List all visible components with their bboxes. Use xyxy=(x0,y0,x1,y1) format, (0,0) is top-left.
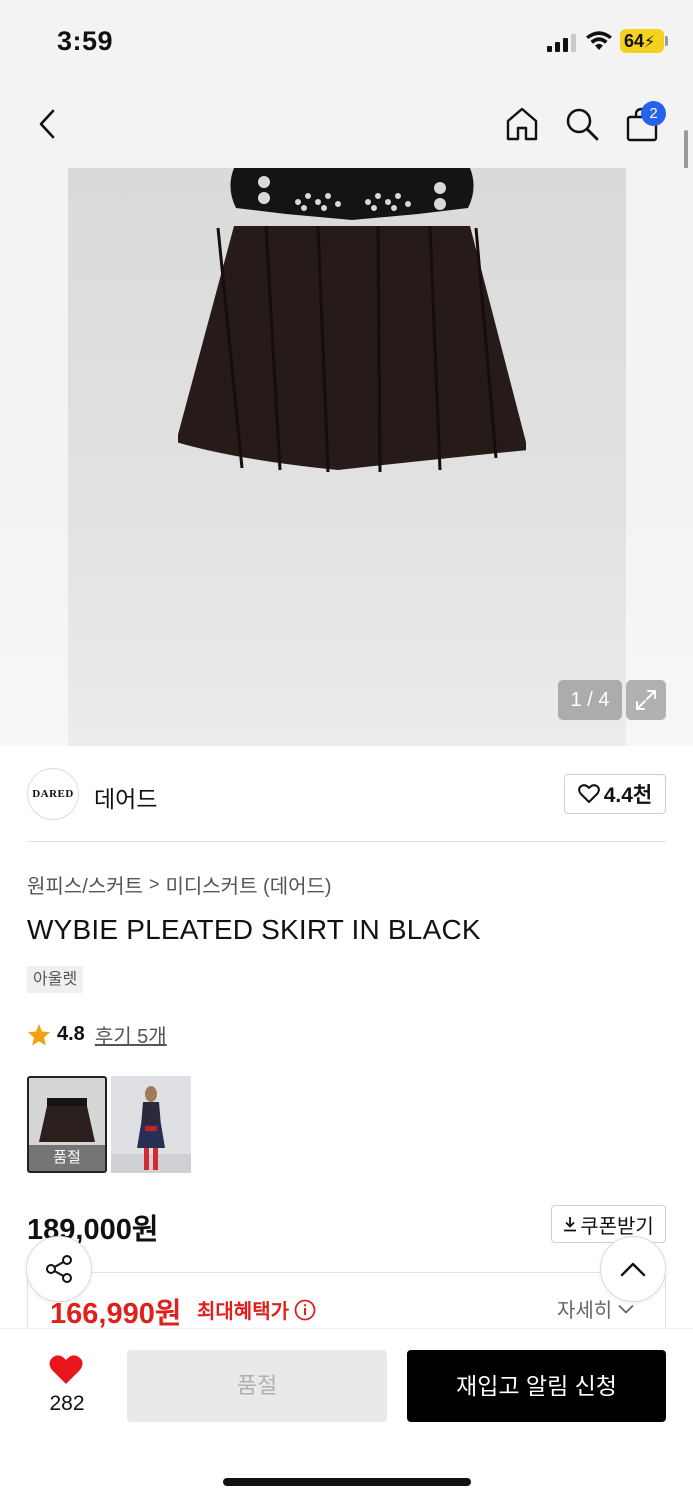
review-link[interactable]: 후기 5개 xyxy=(95,1020,167,1049)
coupon-button[interactable]: 쿠폰받기 xyxy=(551,1205,666,1243)
expand-button[interactable] xyxy=(626,680,666,720)
image-counter: 1 / 4 xyxy=(558,680,622,720)
battery-cap xyxy=(665,36,668,46)
brand-like-button[interactable]: 4.4천 xyxy=(564,774,666,814)
product-image[interactable] xyxy=(68,168,626,746)
info-icon[interactable] xyxy=(294,1299,316,1321)
heart-outline-icon xyxy=(577,784,600,803)
restock-alert-button[interactable]: 재입고 알림 신청 xyxy=(407,1350,666,1422)
outlet-tag: 아울렛 xyxy=(27,966,84,993)
cart-count-badge: 2 xyxy=(641,101,666,126)
detail-link-label: 자세히 xyxy=(557,1300,613,1322)
status-bar: 3:59 64⚡ xyxy=(0,0,693,82)
scroll-top-button[interactable] xyxy=(600,1236,666,1302)
benefit-label-text: 최대혜택가 xyxy=(197,1301,289,1323)
benefit-label: 최대혜택가 xyxy=(197,1295,316,1324)
breadcrumb-category[interactable]: 원피스/스커트 xyxy=(27,870,143,899)
top-nav xyxy=(0,82,693,168)
home-icon xyxy=(506,107,538,141)
search-icon xyxy=(566,108,599,141)
rating-row: 4.8 후기 5개 xyxy=(27,1020,167,1049)
thumbnail-model-image xyxy=(111,1086,191,1173)
download-icon xyxy=(564,1217,577,1232)
brand-logo[interactable]: DARED xyxy=(27,768,79,820)
breadcrumb: 원피스/스커트 > 미디스커트 (데어드) xyxy=(27,870,332,899)
share-button[interactable] xyxy=(26,1236,92,1302)
brand-like-count: 4.4천 xyxy=(603,784,653,807)
back-button[interactable] xyxy=(28,104,68,144)
brand-name[interactable]: 데어드 xyxy=(94,780,157,814)
coupon-button-label: 쿠폰받기 xyxy=(580,1215,654,1238)
expand-icon xyxy=(636,690,656,710)
signal-icon xyxy=(547,34,576,52)
product-title: WYBIE PLEATED SKIRT IN BLACK xyxy=(27,914,481,945)
star-icon xyxy=(28,1023,50,1045)
thumbnail-model[interactable] xyxy=(111,1076,191,1173)
wish-count: 282 xyxy=(49,1392,85,1415)
search-button[interactable] xyxy=(562,104,602,144)
battery-level: 64 xyxy=(624,31,645,51)
thumbnail-soldout-label: 품절 xyxy=(29,1145,105,1171)
back-icon xyxy=(39,109,55,139)
chevron-down-icon xyxy=(618,1304,634,1314)
divider xyxy=(27,841,666,842)
breadcrumb-subcategory[interactable]: 미디스커트 (데어드) xyxy=(165,870,331,899)
product-gallery[interactable]: 1 / 4 xyxy=(0,168,693,746)
share-icon xyxy=(46,1255,72,1283)
skirt-image xyxy=(178,168,526,473)
thumbnail-product[interactable]: 품절 xyxy=(27,1076,107,1173)
breadcrumb-separator: > xyxy=(148,874,160,894)
heart-filled-icon[interactable] xyxy=(48,1354,84,1386)
home-button[interactable] xyxy=(502,104,542,144)
charging-bolt-icon: ⚡ xyxy=(644,34,656,51)
chevron-up-icon xyxy=(620,1262,646,1277)
status-time: 3:59 xyxy=(57,26,114,56)
home-indicator[interactable] xyxy=(223,1478,471,1486)
soldout-button[interactable]: 품절 xyxy=(127,1350,387,1422)
rating-value: 4.8 xyxy=(57,1023,85,1045)
battery-indicator: 64⚡ xyxy=(620,29,664,53)
wifi-icon xyxy=(586,31,612,50)
